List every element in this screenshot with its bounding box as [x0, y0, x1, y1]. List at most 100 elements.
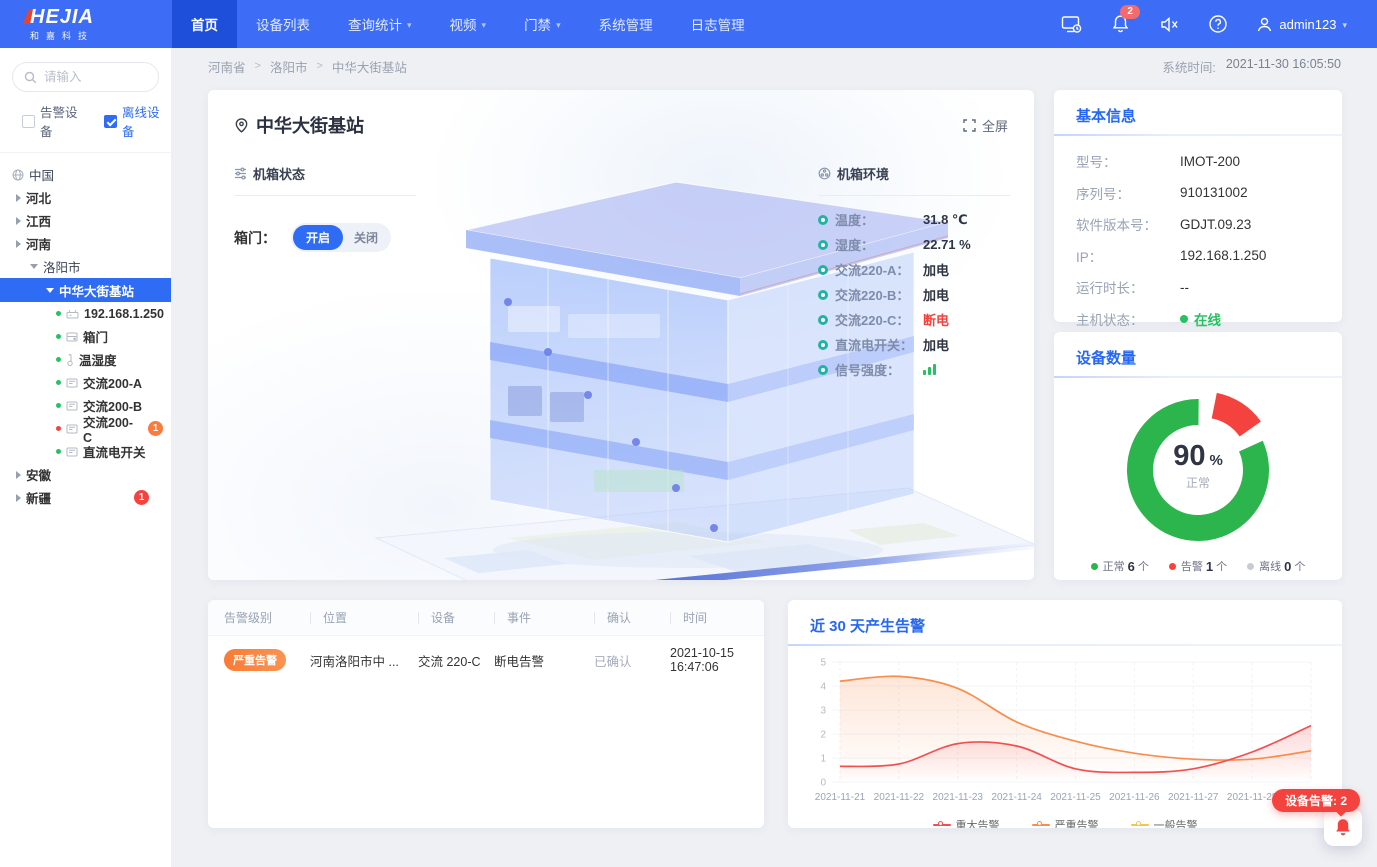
tree-node-3[interactable]: 河南: [0, 232, 171, 255]
filter-1[interactable]: 离线设备: [104, 102, 171, 140]
legend-count: 1: [1206, 559, 1213, 574]
tree-node-label: 箱门: [83, 327, 108, 346]
chart-legend-item-1[interactable]: 严重告警: [1032, 817, 1099, 828]
station-card: 中华大街基站 全屏 机箱状态 箱门： 开启 关闭 机箱: [208, 90, 1034, 580]
sidebar: 告警设备离线设备 中国河北江西河南洛阳市中华大街基站 192.168.1.250 箱…: [0, 48, 172, 867]
svg-text:2: 2: [820, 730, 826, 741]
column-header-2: 设备: [418, 609, 494, 626]
tree-node-11[interactable]: 交流200-C1: [0, 417, 171, 440]
user-menu[interactable]: admin123 ▾: [1256, 16, 1347, 33]
info-label: 运行时长：: [1076, 277, 1180, 297]
chart-legend-item-2[interactable]: 一般告警: [1131, 817, 1198, 828]
search-icon: [24, 71, 37, 84]
monitor-icon[interactable]: [1060, 13, 1082, 35]
svg-text:2021-11-28: 2021-11-28: [1227, 792, 1278, 803]
legend-label: 严重告警: [1055, 817, 1099, 828]
env-label: 交流220-B：: [835, 285, 923, 304]
nav-item-2[interactable]: 查询统计 ▾: [329, 0, 431, 48]
tree-node-1[interactable]: 河北: [0, 186, 171, 209]
nav-item-6[interactable]: 日志管理: [672, 0, 764, 48]
legend-line-marker-icon: [1131, 821, 1149, 828]
checkbox-icon: [22, 115, 35, 128]
door-close-option[interactable]: 关闭: [343, 225, 389, 250]
tree-node-9[interactable]: 交流200-A: [0, 371, 171, 394]
confirm-cell: 已确认: [594, 651, 670, 670]
env-label: 信号强度：: [835, 360, 923, 379]
nav-item-4[interactable]: 门禁▾: [505, 0, 580, 48]
legend-line-marker-icon: [933, 821, 951, 828]
tree-node-4[interactable]: 洛阳市: [0, 255, 171, 278]
tree-node-6[interactable]: 192.168.1.250: [0, 302, 171, 325]
location-pin-icon: [234, 117, 249, 134]
breadcrumb-item-2[interactable]: 中华大街基站: [332, 57, 407, 76]
checkbox-icon: [104, 115, 117, 128]
table-row[interactable]: 严重告警河南洛阳市中 ...交流 220-C断电告警已确认2021-10-15 …: [208, 636, 764, 684]
nav-item-label: 查询统计: [348, 14, 402, 34]
door-open-option[interactable]: 开启: [293, 225, 343, 250]
column-header-0: 告警级别: [224, 609, 310, 626]
tree-node-label: 温湿度: [79, 350, 117, 369]
caret-right-icon: [16, 240, 21, 248]
tree-node-label: 中华大街基站: [59, 281, 134, 300]
tree-node-label: 交流200-A: [83, 373, 142, 392]
caret-down-icon: [46, 288, 54, 293]
tree-node-0[interactable]: 中国: [0, 163, 171, 186]
tree-node-12[interactable]: 直流电开关: [0, 440, 171, 463]
fullscreen-button[interactable]: 全屏: [963, 116, 1008, 135]
search-box[interactable]: [12, 62, 159, 92]
legend-label: 重大告警: [956, 817, 1000, 828]
legend-label: 告警: [1181, 558, 1203, 574]
search-input[interactable]: [44, 70, 144, 84]
filter-label: 离线设备: [122, 102, 171, 140]
info-row-4: 运行时长：--: [1076, 277, 1320, 297]
username: admin123: [1279, 17, 1336, 32]
tree-node-label: 直流电开关: [83, 442, 146, 461]
nav-item-3[interactable]: 视频▾: [431, 0, 506, 48]
device-donut-chart: 90 % 正常: [1106, 384, 1290, 552]
svg-text:2021-11-27: 2021-11-27: [1168, 792, 1219, 803]
filter-0[interactable]: 告警设备: [22, 102, 89, 140]
nav-item-5[interactable]: 系统管理: [580, 0, 672, 48]
module-icon: [66, 401, 78, 411]
tree-node-7[interactable]: 箱门: [0, 325, 171, 348]
env-rows: 温度：31.8 ℃湿度：22.71 %交流220-A：加电交流220-B：加电交…: [818, 212, 1010, 377]
logo-title: HEJIA: [30, 7, 172, 27]
tree-node-label: 江西: [26, 211, 51, 230]
nav-item-0[interactable]: 首页: [172, 0, 237, 48]
legend-unit: 个: [1138, 558, 1149, 574]
nav-item-1[interactable]: 设备列表: [237, 0, 329, 48]
chevron-down-icon: ▾: [1342, 20, 1347, 31]
svg-text:2021-11-26: 2021-11-26: [1109, 792, 1160, 803]
nav-item-label: 首页: [191, 14, 218, 34]
tree-node-5[interactable]: 中华大街基站: [0, 278, 171, 302]
info-label: 主机状态：: [1076, 309, 1180, 329]
nav-item-label: 系统管理: [599, 14, 653, 34]
tree-node-8[interactable]: 温湿度: [0, 348, 171, 371]
breadcrumb-item-0[interactable]: 河南省: [208, 57, 246, 76]
tree-node-13[interactable]: 安徽: [0, 463, 171, 486]
chevron-down-icon: ▾: [407, 20, 412, 31]
count-legend-item-1[interactable]: 告警1个: [1169, 558, 1227, 574]
tree-node-label: 192.168.1.250: [84, 307, 164, 321]
bell-icon[interactable]: 2: [1109, 13, 1131, 35]
tree-node-14[interactable]: 新疆1: [0, 486, 171, 509]
env-value: 22.71 %: [923, 237, 971, 252]
tree-node-2[interactable]: 江西: [0, 209, 171, 232]
status-bullet-icon: [818, 315, 828, 325]
help-icon[interactable]: [1207, 13, 1229, 35]
count-legend-item-2[interactable]: 离线0个: [1247, 558, 1305, 574]
caret-right-icon: [16, 494, 21, 502]
info-row-1: 序列号：910131002: [1076, 183, 1320, 203]
caret-down-icon: [30, 264, 38, 269]
nav-right: 2 admin123 ▾: [1060, 13, 1377, 35]
mute-icon[interactable]: [1158, 13, 1180, 35]
count-legend-item-0[interactable]: 正常6个: [1091, 558, 1149, 574]
alarm-table-header: 告警级别位置设备事件确认时间: [208, 600, 764, 636]
env-row-4: 交流220-C：断电: [818, 312, 1010, 327]
system-time-value: 2021-11-30 16:05:50: [1226, 57, 1341, 76]
basic-info-card: 基本信息 型号：IMOT-200序列号：910131002软件版本号：GDJT.…: [1054, 90, 1342, 322]
event-cell: 断电告警: [494, 651, 594, 670]
chart-legend-item-0[interactable]: 重大告警: [933, 817, 1000, 828]
online-text: 在线: [1194, 309, 1221, 329]
breadcrumb-item-1[interactable]: 洛阳市: [270, 57, 308, 76]
